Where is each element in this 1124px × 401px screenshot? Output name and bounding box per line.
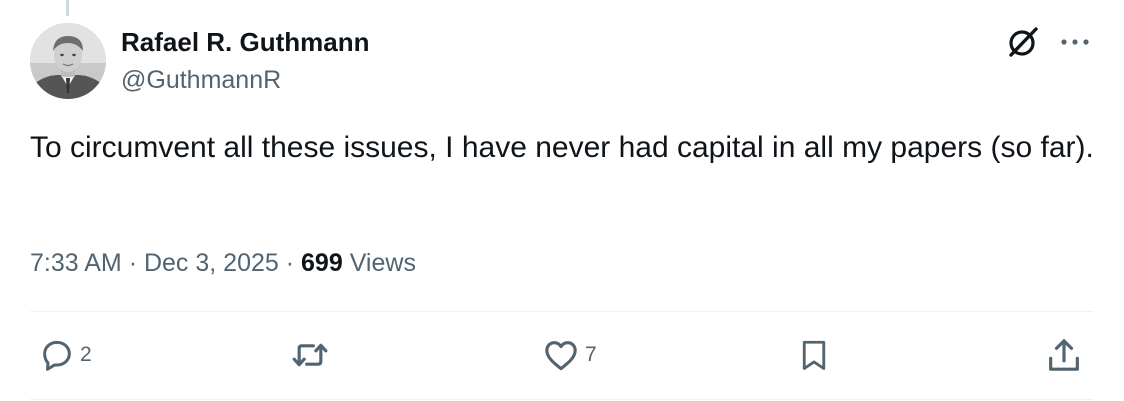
- like-count: 7: [585, 343, 597, 366]
- divider: [30, 399, 1093, 400]
- display-name[interactable]: Rafael R. Guthmann: [121, 27, 369, 58]
- views-count: 699: [301, 249, 343, 277]
- reply-icon: [43, 340, 71, 371]
- retweet-icon: [292, 343, 328, 367]
- tweet-date[interactable]: Dec 3, 2025: [144, 249, 279, 277]
- tweet-time[interactable]: 7:33 AM: [30, 249, 122, 277]
- share-button[interactable]: [1044, 335, 1084, 375]
- heart-icon: [545, 341, 577, 371]
- tweet-meta: 7:33 AM · Dec 3, 2025 · 699 Views: [30, 249, 416, 278]
- views-label: Views: [349, 249, 416, 277]
- like-button[interactable]: 7: [541, 335, 597, 375]
- user-handle[interactable]: @GuthmannR: [121, 66, 281, 95]
- share-icon: [1049, 339, 1079, 371]
- meta-separator: ·: [285, 249, 295, 277]
- avatar[interactable]: [30, 23, 106, 99]
- more-dots-icon[interactable]: [1058, 28, 1092, 56]
- reply-button[interactable]: 2: [38, 335, 92, 375]
- grok-icon[interactable]: [1005, 24, 1041, 60]
- tweet-text: To circumvent all these issues, I have n…: [30, 131, 1094, 164]
- profile-photo-icon: [30, 23, 106, 99]
- thread-connector-line: [66, 0, 69, 16]
- meta-separator: ·: [128, 249, 138, 277]
- bookmark-button[interactable]: [796, 335, 832, 375]
- retweet-button[interactable]: [288, 335, 336, 375]
- divider: [30, 311, 1093, 312]
- reply-count: 2: [80, 343, 92, 366]
- bookmark-icon: [802, 340, 826, 370]
